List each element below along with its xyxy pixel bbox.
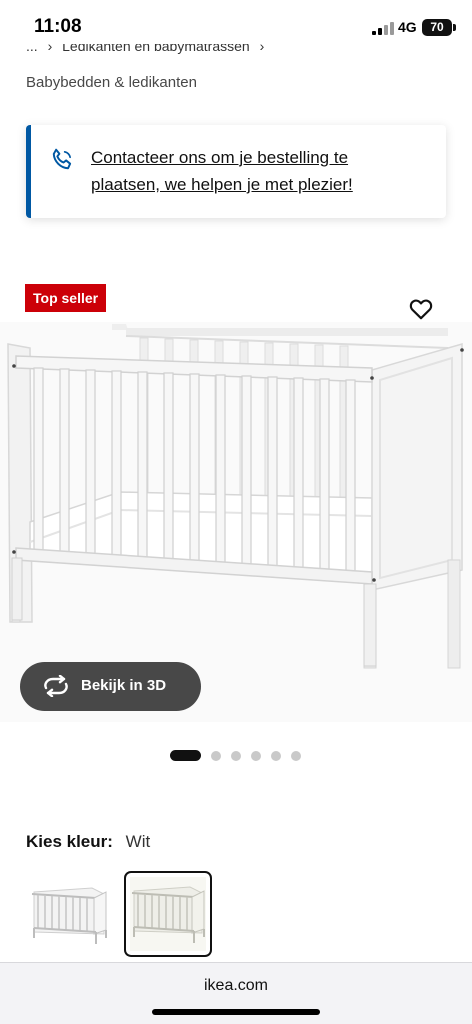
color-picker-label: Kies kleur: Wit [26,832,150,852]
crib-thumbnail [130,877,206,951]
network-label: 4G [398,19,417,35]
contact-banner: Contacteer ons om je bestelling te plaat… [26,125,446,218]
crib-thumbnail [26,872,114,958]
breadcrumb-ellipsis[interactable]: ... [26,44,38,54]
color-value: Wit [125,832,151,851]
top-seller-badge: Top seller [25,284,107,312]
carousel-dot[interactable] [251,751,261,761]
phone-icon [52,148,72,170]
breadcrumb-parent-link[interactable]: Ledikanten en babymatrassen [62,44,250,54]
color-swatch-1[interactable] [26,872,114,958]
battery-icon: 70 [422,19,456,36]
home-indicator[interactable] [152,1009,320,1015]
view-3d-label: Bekijk in 3D [81,677,167,694]
chevron-right-icon: › [259,44,265,54]
carousel-dot[interactable] [291,751,301,761]
rotate-3d-icon [44,675,68,697]
browser-address-bar[interactable]: ikea.com [0,962,472,1024]
breadcrumb: ... › Ledikanten en babymatrassen › [26,44,270,62]
contact-link[interactable]: Contacteer ons om je bestelling te plaat… [91,144,411,198]
carousel-dot[interactable] [211,751,221,761]
signal-icon [372,22,394,35]
carousel-dot[interactable] [271,751,281,761]
chevron-right-icon: › [47,44,53,54]
status-time: 11:08 [34,16,82,37]
breadcrumb-current[interactable]: Babybedden & ledikanten [26,74,197,91]
color-swatch-2-selected[interactable] [124,871,212,957]
carousel-dot[interactable] [231,751,241,761]
browser-url[interactable]: ikea.com [0,977,472,995]
heart-icon[interactable] [408,296,434,322]
carousel-dot-active[interactable] [170,750,201,761]
color-label: Kies kleur: [26,832,113,851]
view-3d-button[interactable]: Bekijk in 3D [20,662,201,711]
